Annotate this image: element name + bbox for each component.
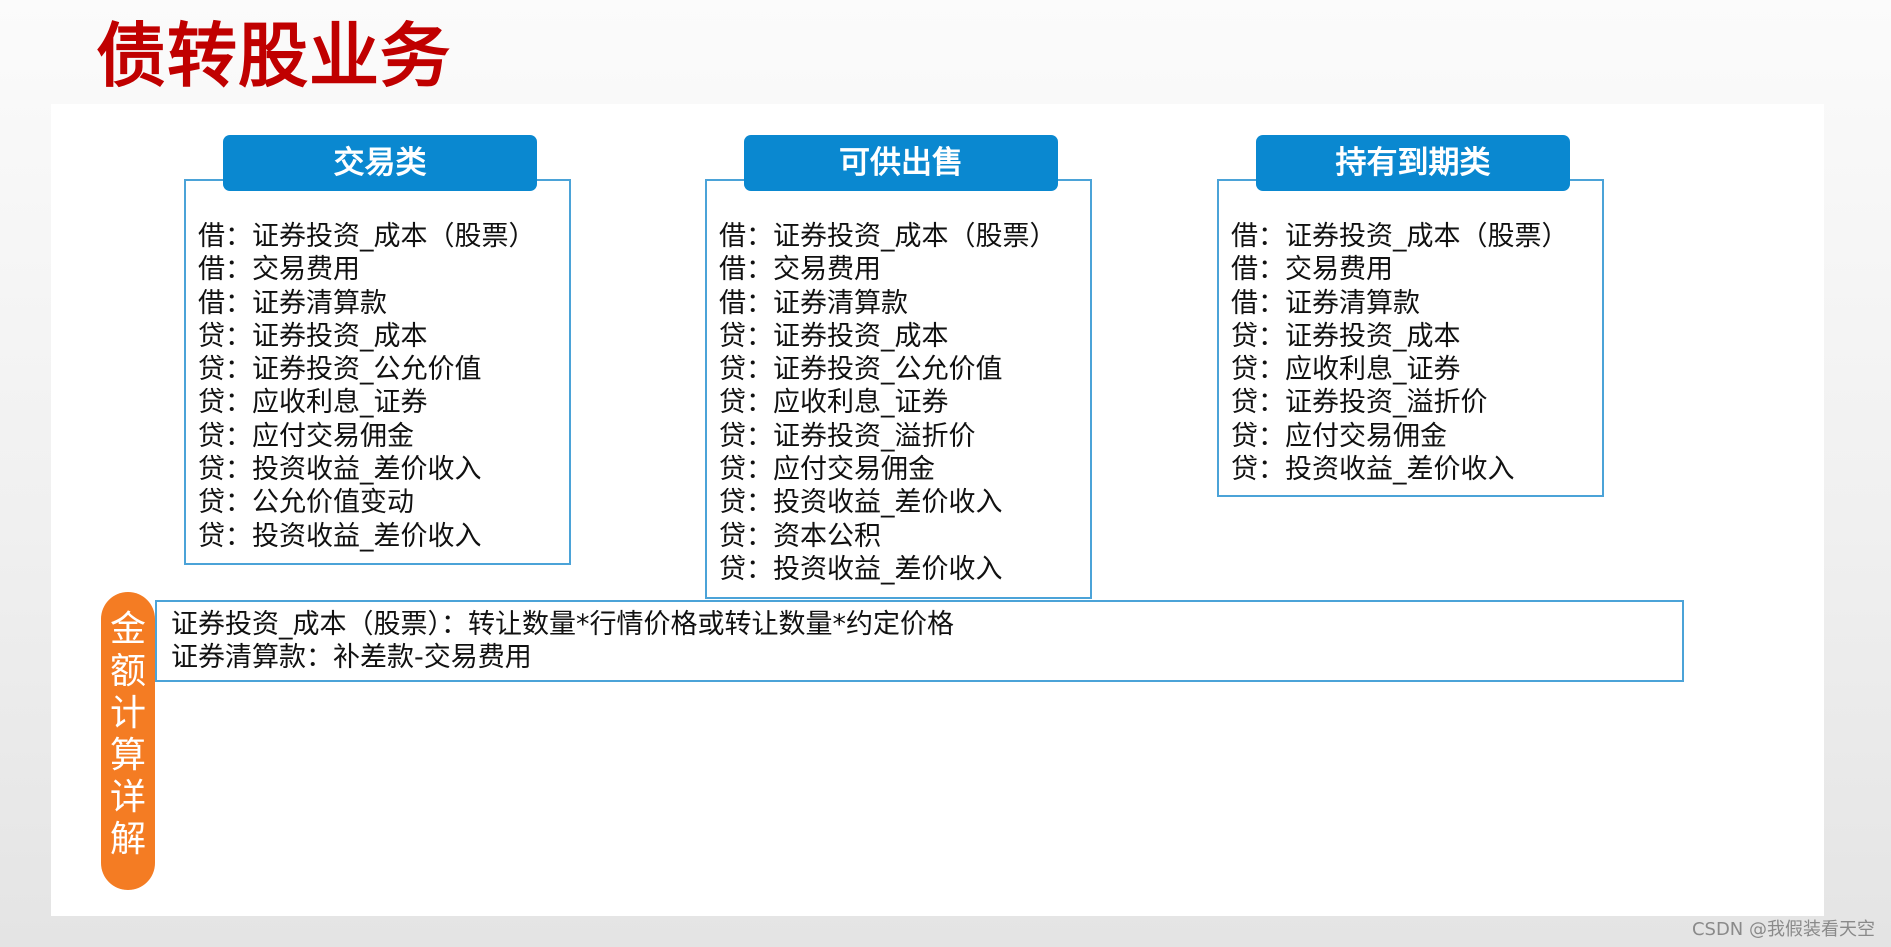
held-to-maturity-entry: 贷：应收利息_证券 — [1231, 354, 1461, 386]
available-for-sale-header: 可供出售 — [744, 135, 1058, 191]
trading-entry: 贷：投资收益_差价收入 — [198, 520, 482, 552]
trading-entry: 借：证券清算款 — [198, 287, 387, 319]
trading-entry: 贷：证券投资_成本 — [198, 320, 428, 352]
held-to-maturity-entry: 贷：投资收益_差价收入 — [1231, 454, 1515, 486]
trading-entry: 贷：投资收益_差价收入 — [198, 454, 482, 486]
available-for-sale-entry: 贷：资本公积 — [719, 520, 881, 552]
calculation-label-char: 详 — [109, 777, 146, 818]
held-to-maturity-entry: 贷：证券投资_溢折价 — [1231, 387, 1488, 419]
available-for-sale-entry: 借：交易费用 — [719, 254, 881, 286]
held-to-maturity-entries-box: 借：证券投资_成本（股票） 借：交易费用 借：证券清算款 贷：证券投资_成本 贷… — [1217, 179, 1604, 497]
held-to-maturity-entry: 贷：证券投资_成本 — [1231, 320, 1461, 352]
trading-entry: 借：交易费用 — [198, 254, 360, 286]
calculation-lines: 证券投资_成本（股票）：转让数量*行情价格或转让数量*约定价格 证券清算款：补差… — [171, 608, 954, 675]
calculation-line: 证券清算款：补差款-交易费用 — [171, 642, 532, 674]
calculation-box: 证券投资_成本（股票）：转让数量*行情价格或转让数量*约定价格 证券清算款：补差… — [155, 600, 1684, 682]
available-for-sale-entry: 贷：证券投资_溢折价 — [719, 420, 976, 452]
trading-entry: 贷：应付交易佣金 — [198, 420, 414, 452]
calculation-label-char: 解 — [109, 819, 146, 860]
held-to-maturity-entry: 借：交易费用 — [1231, 254, 1393, 286]
trading-entry: 贷：公允价值变动 — [198, 487, 414, 519]
calculation-label-char: 金 — [109, 609, 146, 650]
watermark: CSDN @我假装看天空 — [1691, 919, 1875, 940]
available-for-sale-entry: 贷：投资收益_差价收入 — [719, 487, 1003, 519]
available-for-sale-entry: 贷：投资收益_差价收入 — [719, 553, 1003, 585]
held-to-maturity-entries-list: 借：证券投资_成本（股票） 借：交易费用 借：证券清算款 贷：证券投资_成本 贷… — [1231, 220, 1569, 486]
trading-entries-list: 借：证券投资_成本（股票） 借：交易费用 借：证券清算款 贷：证券投资_成本 贷… — [198, 220, 536, 553]
held-to-maturity-entry: 借：证券投资_成本（股票） — [1231, 221, 1569, 252]
trading-entry: 贷：应收利息_证券 — [198, 387, 428, 419]
calculation-line: 证券投资_成本（股票）：转让数量*行情价格或转让数量*约定价格 — [171, 609, 954, 640]
calculation-label-char: 计 — [109, 693, 146, 734]
available-for-sale-entry: 贷：应收利息_证券 — [719, 387, 949, 419]
trading-entry: 借：证券投资_成本（股票） — [198, 221, 536, 252]
calculation-label-char: 额 — [109, 651, 146, 692]
trading-header: 交易类 — [223, 135, 537, 191]
calculation-label-char: 算 — [109, 735, 146, 776]
available-for-sale-entries-list: 借：证券投资_成本（股票） 借：交易费用 借：证券清算款 贷：证券投资_成本 贷… — [719, 220, 1057, 586]
available-for-sale-entry: 借：证券投资_成本（股票） — [719, 221, 1057, 252]
available-for-sale-entry: 贷：证券投资_公允价值 — [719, 354, 1003, 386]
held-to-maturity-header: 持有到期类 — [1256, 135, 1570, 191]
held-to-maturity-entry: 借：证券清算款 — [1231, 287, 1420, 319]
trading-entries-box: 借：证券投资_成本（股票） 借：交易费用 借：证券清算款 贷：证券投资_成本 贷… — [184, 179, 571, 565]
available-for-sale-entry: 借：证券清算款 — [719, 287, 908, 319]
held-to-maturity-entry: 贷：应付交易佣金 — [1231, 420, 1447, 452]
available-for-sale-entry: 贷：应付交易佣金 — [719, 454, 935, 486]
calculation-label-tab: 金 额 计 算 详 解 — [101, 592, 155, 890]
available-for-sale-entry: 贷：证券投资_成本 — [719, 320, 949, 352]
trading-entry: 贷：证券投资_公允价值 — [198, 354, 482, 386]
page-title: 债转股业务 — [96, 15, 451, 97]
available-for-sale-entries-box: 借：证券投资_成本（股票） 借：交易费用 借：证券清算款 贷：证券投资_成本 贷… — [705, 179, 1092, 599]
